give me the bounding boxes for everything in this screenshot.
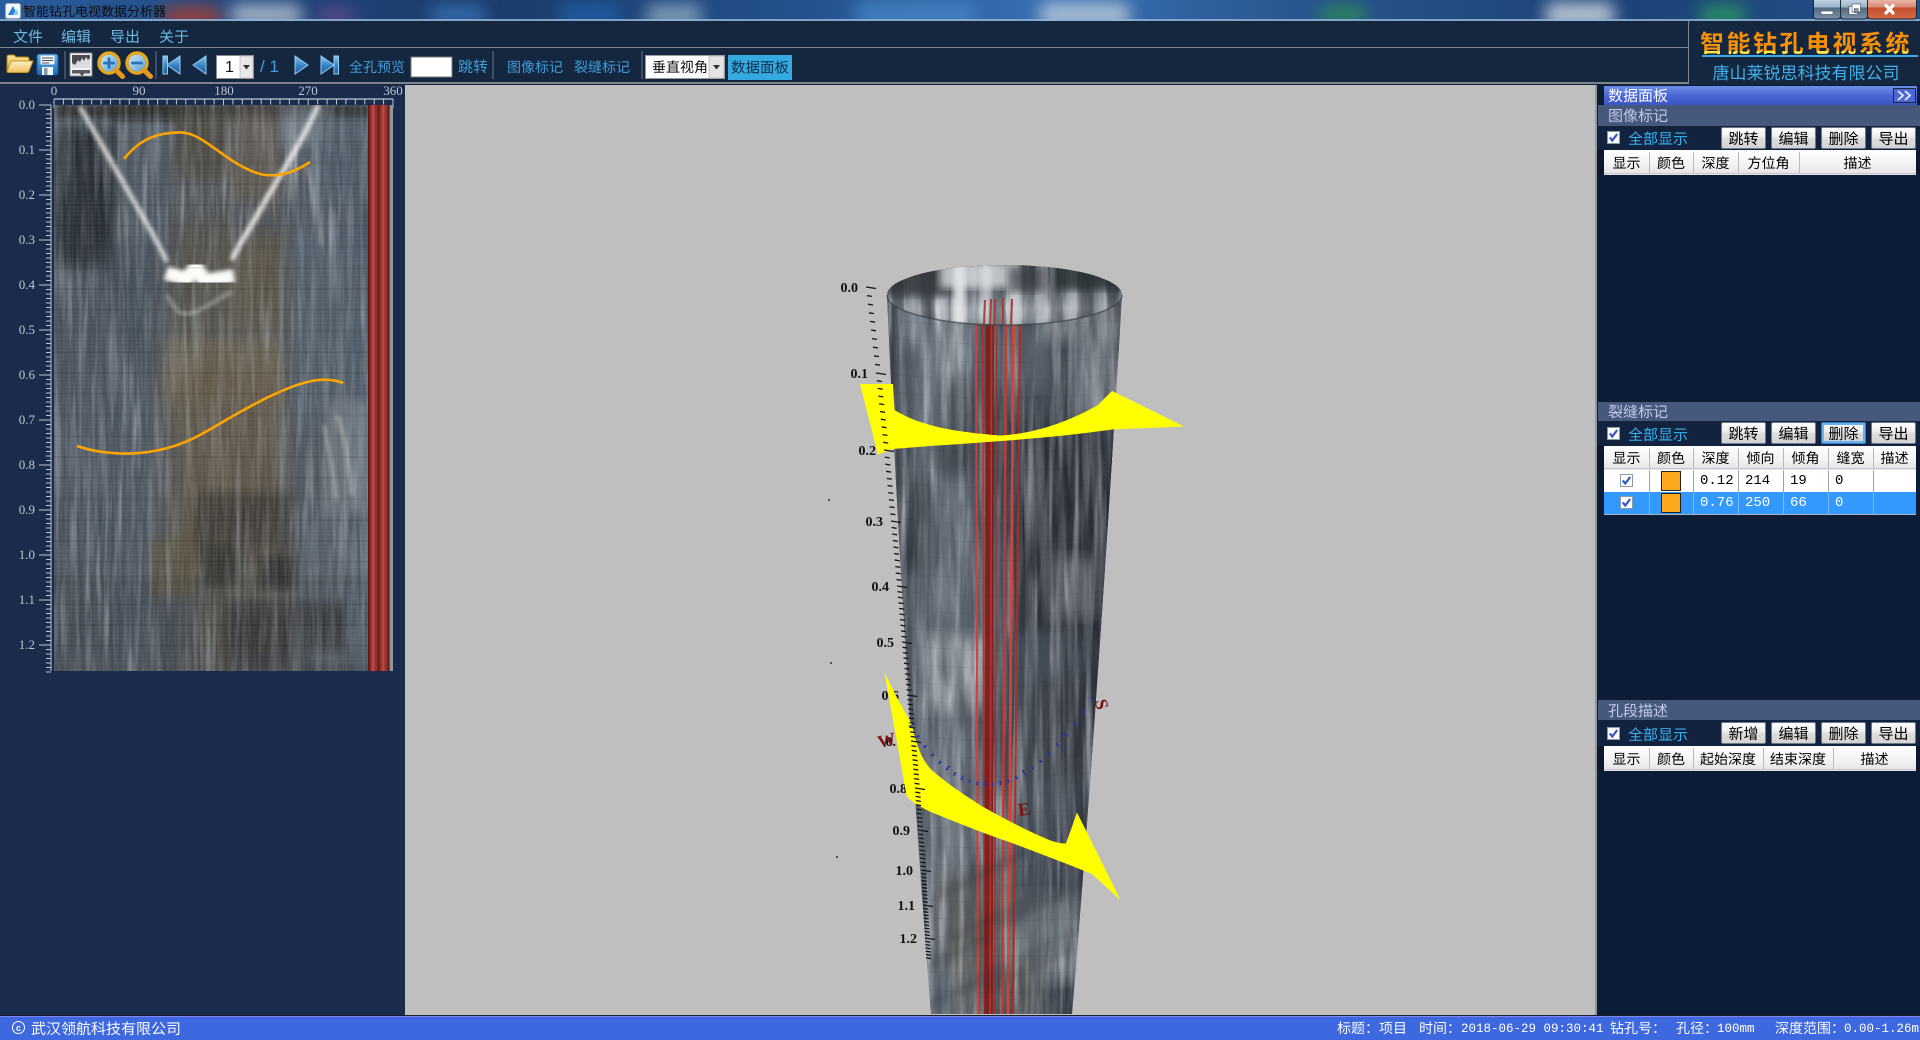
svg-text:0.6: 0.6 [19, 367, 36, 382]
svg-text:1: 1 [225, 59, 234, 76]
svg-text:1.2: 1.2 [19, 637, 35, 652]
svg-text:1.2: 1.2 [900, 932, 918, 947]
svg-text:270: 270 [298, 85, 318, 98]
svg-text:0.9: 0.9 [19, 502, 35, 517]
svg-text:0.5: 0.5 [877, 636, 895, 651]
svg-text:/ 1: / 1 [260, 57, 279, 76]
svg-text:0.2: 0.2 [859, 444, 877, 459]
svg-text:0.0: 0.0 [19, 97, 35, 112]
svg-text:W: W [876, 728, 898, 752]
svg-text:0.9: 0.9 [893, 824, 911, 839]
svg-text:1.1: 1.1 [898, 899, 916, 914]
svg-text:1.0: 1.0 [896, 864, 914, 879]
svg-text:0.8: 0.8 [890, 782, 908, 797]
svg-text:0.2: 0.2 [19, 187, 35, 202]
svg-text:0.5: 0.5 [19, 322, 35, 337]
svg-text:0.1: 0.1 [19, 142, 35, 157]
svg-text:0.0: 0.0 [841, 281, 859, 296]
svg-text:1.0: 1.0 [19, 547, 35, 562]
svg-text:0.1: 0.1 [851, 367, 869, 382]
svg-text:0.3: 0.3 [866, 515, 884, 530]
svg-text:0.8: 0.8 [19, 457, 35, 472]
svg-text:0.4: 0.4 [872, 580, 890, 595]
svg-text:0: 0 [51, 85, 58, 98]
svg-text:1.1: 1.1 [19, 592, 35, 607]
svg-text:90: 90 [133, 85, 146, 98]
svg-text:0.7: 0.7 [19, 412, 36, 427]
svg-text:180: 180 [214, 85, 234, 98]
svg-text:0.4: 0.4 [19, 277, 36, 292]
svg-text:360: 360 [383, 85, 403, 98]
svg-text:0.3: 0.3 [19, 232, 35, 247]
